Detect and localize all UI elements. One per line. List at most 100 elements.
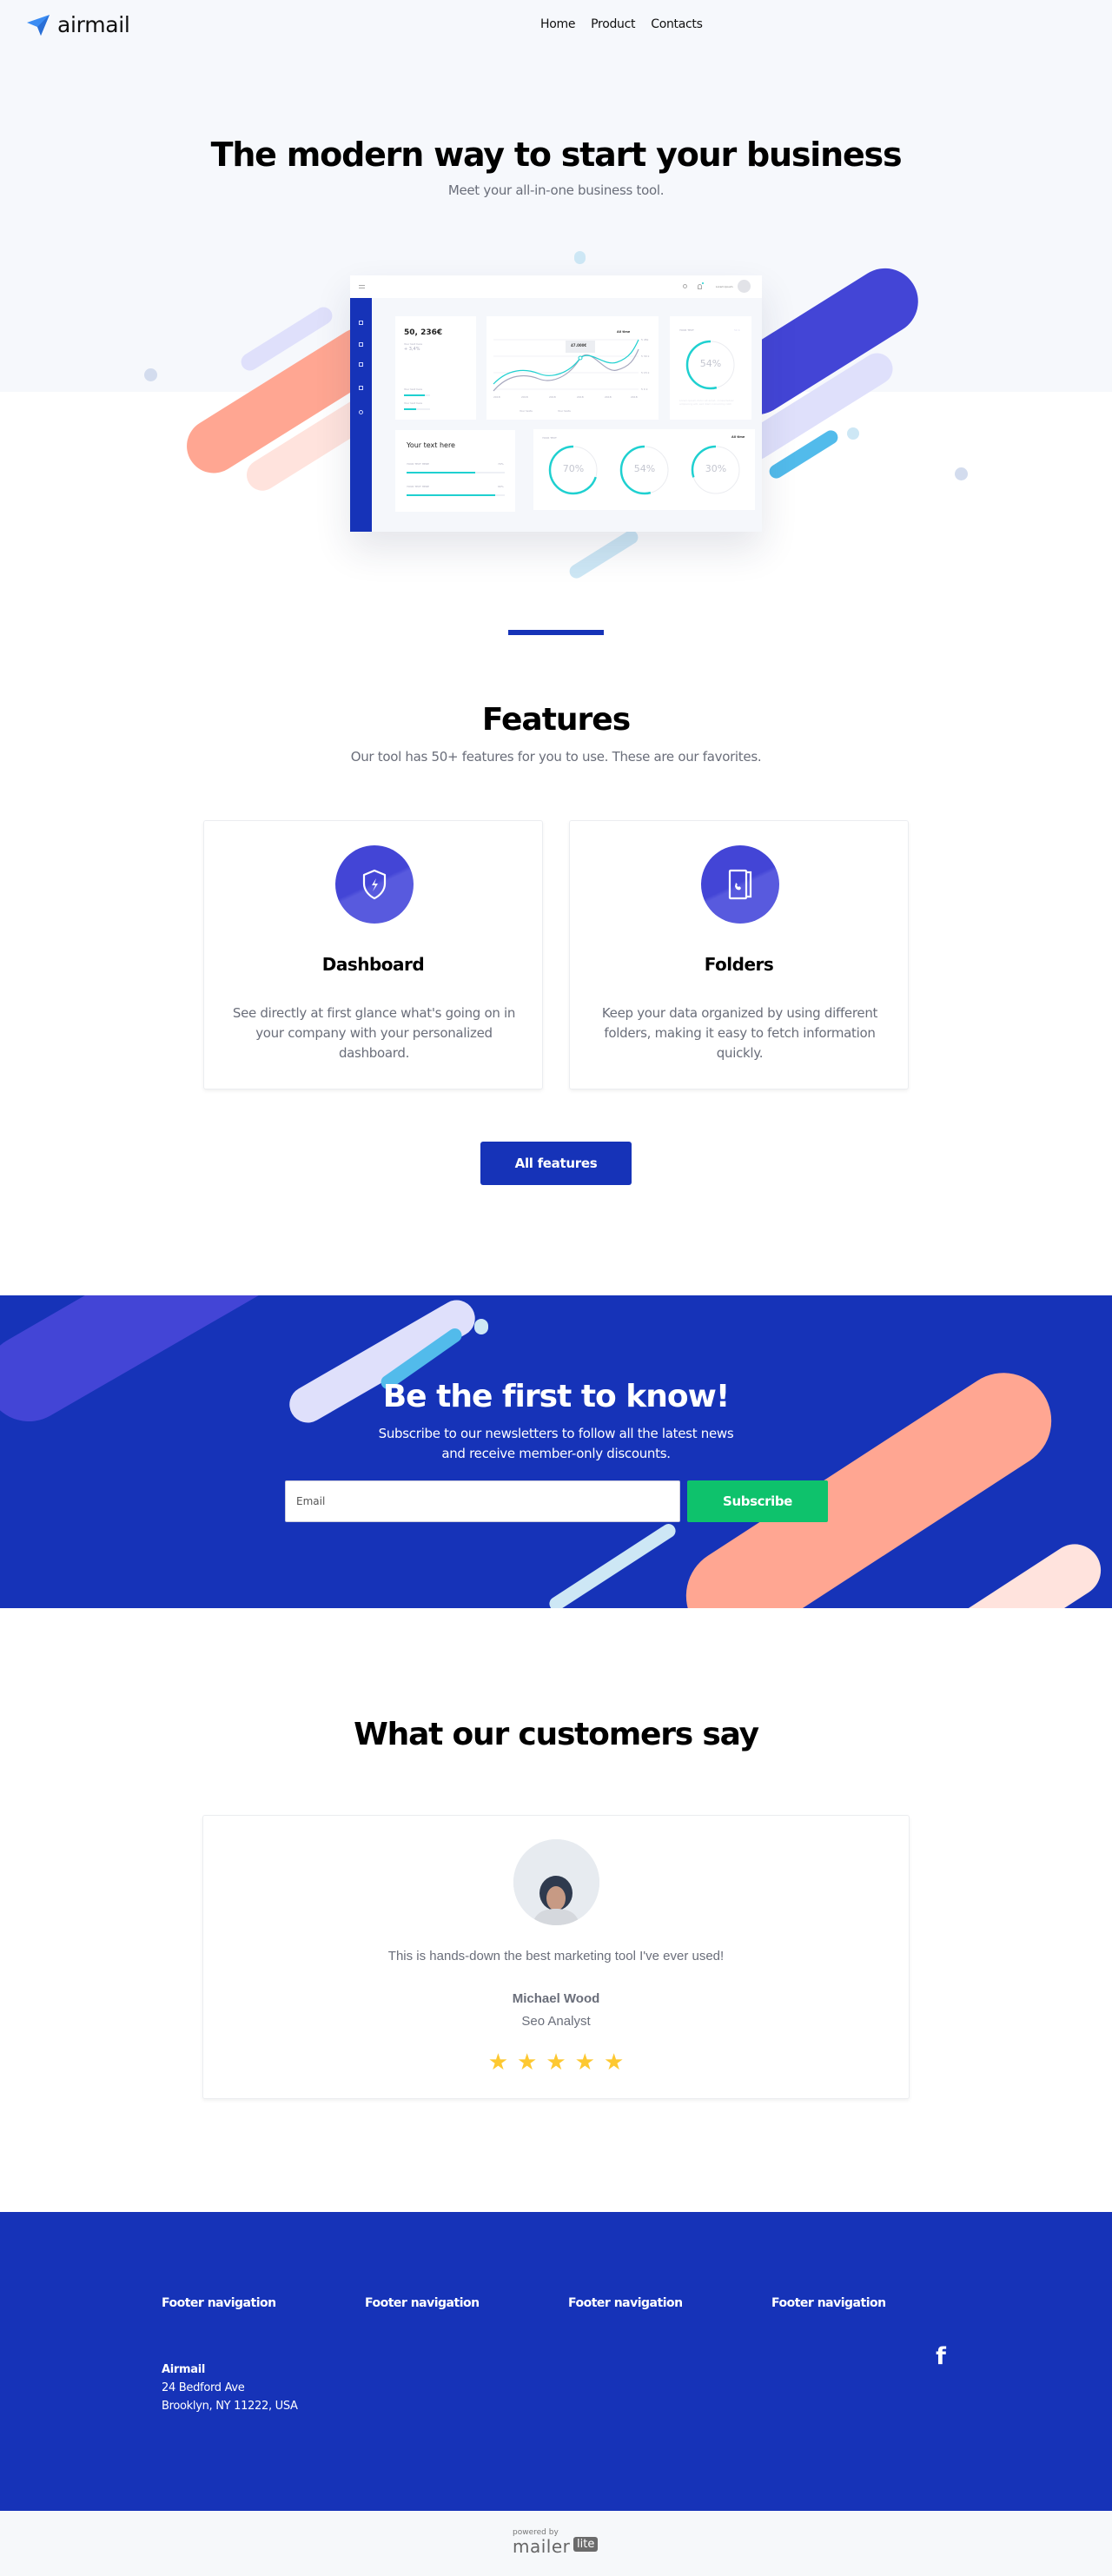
testimonials-title: What our customers say — [354, 1717, 759, 1752]
mailerlite-badge[interactable]: powered by mailer lite — [513, 2528, 599, 2559]
donut-note: Lorem ipsum dolor sit amet, consectetuer… — [679, 399, 734, 406]
star-icon: ★ — [546, 2049, 566, 2075]
hero-title: The modern way to start your business — [210, 136, 903, 174]
testimonial-author: Michael Wood — [512, 1991, 600, 2006]
donut-card-label: YOUR TEXT — [679, 328, 694, 332]
testimonial-card: This is hands-down the best marketing to… — [202, 1815, 910, 2099]
tooltip-point — [578, 355, 583, 361]
tooltip-value: 47.000€ — [571, 343, 587, 348]
footer-nav-heading[interactable]: Footer navigation — [365, 2296, 480, 2310]
line-chart — [493, 339, 639, 392]
donut-card: YOUR TEXT 50 K 54% Lorem ipsum dolor sit… — [670, 316, 751, 420]
series-gray — [493, 348, 639, 392]
phonebook-icon — [728, 869, 752, 900]
newsletter-subtitle-line1: Subscribe to our newsletters to follow a… — [378, 1426, 734, 1441]
x-tick: 2018 — [521, 395, 528, 399]
user-label: Lorem Ipsum — [716, 285, 733, 288]
x-tick: 2018 — [493, 395, 500, 399]
balance-value: 50, 236€ — [404, 328, 443, 337]
x-tick: 2018 — [605, 395, 612, 399]
email-input[interactable] — [285, 1480, 680, 1522]
progress-label: YOUR TEXT HERE — [407, 462, 429, 466]
star-rating: ★ ★ ★ ★ ★ — [203, 2050, 909, 2073]
folder-icon — [359, 386, 363, 390]
brand-logo[interactable]: airmail — [26, 12, 130, 37]
donut-percent-label: 30% — [705, 463, 727, 474]
feature-description: Keep your data organized by using differ… — [601, 1005, 878, 1061]
progress-label: YOUR TEXT HERE — [407, 485, 429, 488]
mini-bar — [404, 394, 430, 396]
edit-icon — [359, 362, 363, 367]
x-tick: 2018 — [631, 395, 638, 399]
balance-change: + 3,4% — [404, 347, 420, 352]
donut-percent-label: 70% — [562, 463, 585, 474]
powered-by-badge: lite — [573, 2537, 599, 2552]
features-title: Features — [481, 702, 631, 738]
y-tick: 5 15 k — [641, 371, 650, 374]
newsletter-title: Be the first to know! — [382, 1379, 731, 1414]
y-tick: 5 30 k — [641, 354, 650, 358]
feature-description: See directly at first glance what's goin… — [232, 1005, 516, 1061]
progress-card-title: Your text here — [407, 441, 455, 449]
footer-address: Airmail 24 Bedford Ave Brooklyn, NY 1122… — [162, 2361, 298, 2415]
paper-plane-icon — [27, 14, 50, 36]
dashboard-preview-image: Lorem Ipsum 50, 236€ Your text here + 3,… — [350, 275, 762, 532]
mini-bar — [404, 408, 430, 410]
section-divider — [508, 630, 604, 635]
home-icon — [359, 321, 363, 325]
footer-nav-heading[interactable]: Footer navigation — [568, 2296, 683, 2310]
donuts-row-card: YOUR TEXT All time 70% 54% 30% — [533, 429, 755, 510]
donuts-row-filter: All time — [731, 435, 745, 439]
feature-card-dashboard: Dashboard See directly at first glance w… — [203, 820, 543, 1089]
subscribe-button[interactable]: Subscribe — [687, 1480, 828, 1522]
all-features-button[interactable]: All features — [480, 1142, 632, 1185]
balance-caption: Your text here — [404, 342, 422, 346]
nav-home[interactable]: Home — [540, 17, 575, 31]
newsletter-section: Be the first to know! Subscribe to our n… — [0, 1295, 1112, 1608]
user-avatar — [738, 280, 751, 293]
balance-card: 50, 236€ Your text here + 3,4% Your text… — [395, 316, 476, 420]
shield-bolt-icon — [362, 869, 387, 900]
newsletter-subtitle: Subscribe to our newsletters to follow a… — [0, 1424, 1112, 1464]
avatar — [513, 1839, 599, 1925]
user-icon — [359, 410, 363, 414]
footer-address-line2: Brooklyn, NY 11222, USA — [162, 2400, 298, 2413]
facebook-icon[interactable]: f — [932, 2345, 950, 2369]
progress-bar — [407, 472, 505, 473]
footer-address-line1: 24 Bedford Ave — [162, 2381, 245, 2394]
footer-nav-heading[interactable]: Footer navigation — [162, 2296, 276, 2310]
testimonial-quote: This is hands-down the best marketing to… — [387, 1949, 725, 1963]
star-icon — [359, 342, 363, 347]
y-tick: 5 0 k — [641, 387, 648, 391]
feature-icon-circle — [701, 845, 779, 924]
star-icon: ★ — [574, 2049, 595, 2075]
line-chart-card: All time 47.000€ 5 45k 5 30 k 5 15 k 5 0… — [486, 316, 659, 420]
notification-dot — [702, 282, 704, 284]
search-icon — [683, 284, 687, 288]
dashboard-sidebar — [350, 298, 372, 532]
x-tick: 2018 — [577, 395, 584, 399]
top-nav: airmail Home Product Contacts — [0, 0, 1112, 52]
bell-icon — [698, 284, 702, 289]
footer-nav-heading[interactable]: Footer navigation — [771, 2296, 886, 2310]
mini-bar-label: Your text here — [404, 387, 422, 391]
powered-by-brand: mailer — [513, 2536, 571, 2557]
legend-item: Your texts — [520, 409, 533, 413]
mini-bar-label: Your text here — [404, 401, 422, 405]
hamburger-icon — [359, 285, 365, 288]
feature-icon-circle — [335, 845, 414, 924]
person-photo-icon — [513, 1839, 599, 1925]
feature-name: Dashboard — [321, 954, 425, 975]
star-icon: ★ — [487, 2049, 509, 2075]
y-tick: 5 45k — [641, 338, 649, 341]
nav-contacts[interactable]: Contacts — [651, 17, 703, 31]
dashboard-topbar: Lorem Ipsum — [350, 275, 762, 298]
nav-product[interactable]: Product — [591, 17, 635, 31]
hero-subtitle: Meet your all-in-one business tool. — [447, 182, 665, 198]
progress-card: Your text here YOUR TEXT HERE 70% YOUR T… — [395, 430, 515, 512]
donut-percent-label: 54% — [633, 463, 656, 474]
donut-card-value: 50 K — [734, 328, 740, 332]
testimonial-role: Seo Analyst — [521, 2014, 591, 2029]
progress-percent: 90% — [498, 485, 504, 488]
footer: Footer navigation Footer navigation Foot… — [0, 2212, 1112, 2511]
